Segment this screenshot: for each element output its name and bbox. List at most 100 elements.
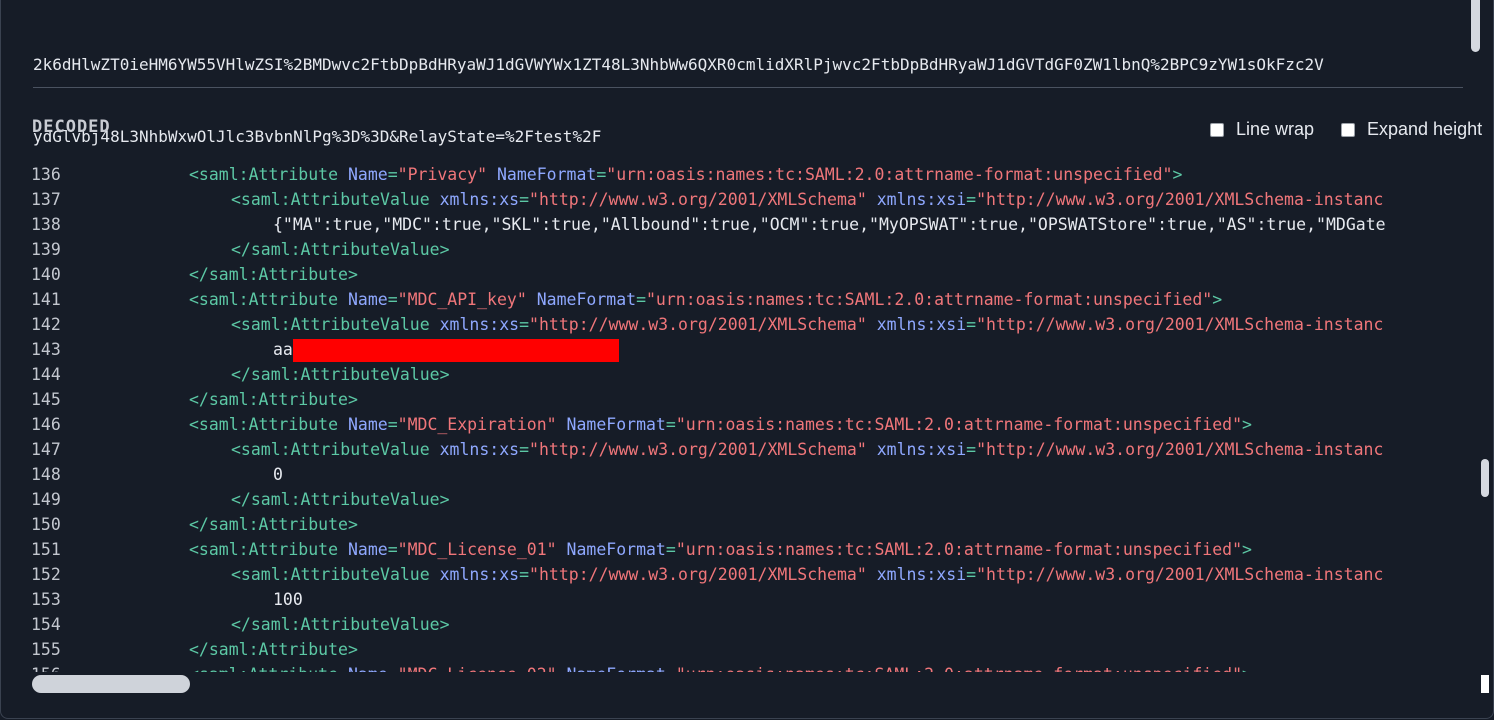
code-line: 149 </saml:AttributeValue> — [31, 487, 1481, 512]
code-source: </saml:Attribute> — [189, 387, 358, 412]
line-number: 154 — [31, 615, 61, 634]
xml-attribute-name: Name — [347, 165, 388, 184]
code-line: 156<saml:Attribute Name="MDC_License_02"… — [31, 662, 1481, 672]
line-number: 139 — [31, 240, 61, 259]
expand-height-toggle[interactable]: Expand height — [1341, 119, 1482, 140]
xml-attribute-name: NameFormat — [496, 165, 597, 184]
xml-attribute-value: "MDC_License_01" — [397, 540, 557, 559]
code-source: <saml:AttributeValue xmlns:xs="http://ww… — [231, 187, 1383, 212]
redacted-value — [292, 339, 619, 362]
xml-tag: </saml:AttributeValue> — [231, 240, 450, 259]
line-number: 150 — [31, 515, 61, 534]
xml-attribute-value: "MDC_License_02" — [398, 665, 557, 672]
line-number: 138 — [31, 215, 61, 234]
xml-tag: = — [665, 540, 676, 559]
horizontal-scrollbar-thumb[interactable] — [32, 675, 190, 693]
section-divider — [33, 87, 1463, 88]
xml-text: 0 — [273, 465, 283, 484]
line-number: 155 — [31, 640, 61, 659]
line-number: 142 — [31, 315, 61, 334]
xml-attribute-name: xmlns:xsi — [876, 315, 967, 334]
xml-tag: = — [387, 415, 398, 434]
line-number: 152 — [31, 565, 61, 584]
xml-tag — [557, 665, 567, 672]
xml-tag — [867, 315, 877, 334]
xml-tag — [557, 540, 567, 559]
encoded-scrollbar[interactable] — [1471, 0, 1480, 52]
line-wrap-label: Line wrap — [1236, 119, 1315, 139]
xml-attribute-name: NameFormat — [566, 415, 666, 434]
line-number: 137 — [31, 190, 61, 209]
code-line: 139 </saml:AttributeValue> — [31, 237, 1481, 262]
line-number: 151 — [31, 540, 61, 559]
xml-attribute-value: "urn:oasis:names:tc:SAML:2.0:attrname-fo… — [646, 290, 1213, 309]
code-line: 136 <saml:Attribute Name="Privacy" NameFo… — [31, 162, 1481, 187]
xml-tag: > — [1242, 415, 1252, 434]
xml-attribute-value: "urn:oasis:names:tc:SAML:2.0:attrname-fo… — [675, 415, 1243, 434]
xml-attribute-name: xmlns:xsi — [876, 190, 967, 209]
code-line: 153 100 — [31, 587, 1481, 612]
code-line: 151 <saml:Attribute Name = "MDC_License_01"… — [31, 537, 1481, 562]
expand-height-checkbox[interactable] — [1341, 122, 1355, 137]
code-line: 155 </saml:Attribute> — [31, 637, 1481, 662]
code-line: 150 </saml:Attribute> — [31, 512, 1481, 537]
encoded-line: 2k6dHlwZT0ieHM6YW55VHlwZSI%2BMDwvc2FtbDp… — [33, 55, 1324, 74]
line-number: 136 — [31, 165, 61, 184]
xml-tag: <saml:AttributeValue — [231, 315, 440, 334]
xml-tag: <saml:AttributeValue — [231, 440, 440, 459]
line-wrap-checkbox[interactable] — [1210, 122, 1224, 137]
xml-tag: <saml:AttributeValue — [231, 190, 440, 209]
xml-attribute-value: "MDC_Expiration" — [397, 415, 557, 434]
xml-attribute-value: "MDC_API_key" — [397, 290, 527, 309]
xml-attribute-name: Name — [347, 540, 388, 559]
xml-tag: </saml:AttributeValue> — [231, 615, 450, 634]
line-number: 145 — [31, 390, 61, 409]
code-source: <saml:Attribute Name="MDC_License_01" Na… — [189, 537, 1252, 562]
xml-attribute-name: xmlns:xsi — [876, 440, 967, 459]
xml-text: aa — [273, 340, 293, 359]
xml-tag: </saml:Attribute> — [189, 640, 358, 659]
xml-attribute-value: "urn:oasis:names:tc:SAML:2.0:attrname-fo… — [676, 665, 1242, 672]
code-source: </saml:AttributeValue> — [231, 487, 450, 512]
vertical-scrollbar-thumb[interactable] — [1481, 459, 1489, 497]
xml-attribute-name: xmlns:xs — [439, 315, 520, 334]
xml-attribute-value: "http://www.w3.org/2001/XMLSchema" — [529, 315, 867, 334]
decoded-code-view[interactable]: 136 <saml:Attribute Name = "Privacy" NameFo… — [31, 162, 1481, 672]
xml-attribute-value: "urn:oasis:names:tc:SAML:2.0:attrname-fo… — [606, 165, 1173, 184]
xml-tag: </saml:AttributeValue> — [231, 365, 450, 384]
code-line: 144 </saml:AttributeValue> — [31, 362, 1481, 387]
xml-tag — [487, 165, 497, 184]
xml-tag: = — [596, 165, 607, 184]
xml-tag: <saml:Attribute — [189, 290, 348, 309]
line-number: 148 — [31, 465, 61, 484]
xml-attribute-value: "http://www.w3.org/2001/XMLSchema-instan… — [976, 565, 1384, 584]
line-number: 153 — [31, 590, 61, 609]
xml-tag: = — [519, 440, 530, 459]
code-source: aa — [273, 337, 619, 362]
code-source: <saml:Attribute Name="MDC_License_02" Na… — [189, 662, 1252, 672]
code-source: </saml:AttributeValue> — [231, 612, 450, 637]
code-line: 138 {"MA":true,"MDC":true,"SKL":true,"All… — [31, 212, 1481, 237]
code-line: 146 <saml:Attribute Name="MDC_Expiration"… — [31, 412, 1481, 437]
xml-tag: <saml:Attribute — [189, 540, 348, 559]
xml-tag: </saml:AttributeValue> — [231, 490, 450, 509]
xml-tag: = — [966, 190, 977, 209]
xml-text: 100 — [273, 590, 303, 609]
xml-tag: <saml:Attribute — [189, 415, 348, 434]
code-line: 148 0 — [31, 462, 1481, 487]
xml-tag: > — [1242, 665, 1252, 672]
xml-attribute-value: "http://www.w3.org/2001/XMLSchema" — [529, 190, 867, 209]
scroll-corner — [1481, 675, 1489, 693]
code-source: <saml:Attribute Name="MDC_Expiration" Na… — [189, 412, 1252, 437]
xml-attribute-value: "Privacy" — [397, 165, 488, 184]
line-wrap-toggle[interactable]: Line wrap — [1210, 119, 1314, 140]
code-line: 147 <saml:AttributeValue xmlns:xs="http:/… — [31, 437, 1481, 462]
xml-text: {"MA":true,"MDC":true,"SKL":true,"Allbou… — [273, 215, 1386, 234]
xml-tag: = — [966, 315, 977, 334]
line-number: 146 — [31, 415, 61, 434]
decoded-heading: DECODED — [32, 117, 111, 137]
line-number: 144 — [31, 365, 61, 384]
xml-attribute-name: Name — [348, 665, 388, 672]
code-source: 100 — [273, 587, 303, 612]
xml-attribute-name: NameFormat — [567, 665, 666, 672]
